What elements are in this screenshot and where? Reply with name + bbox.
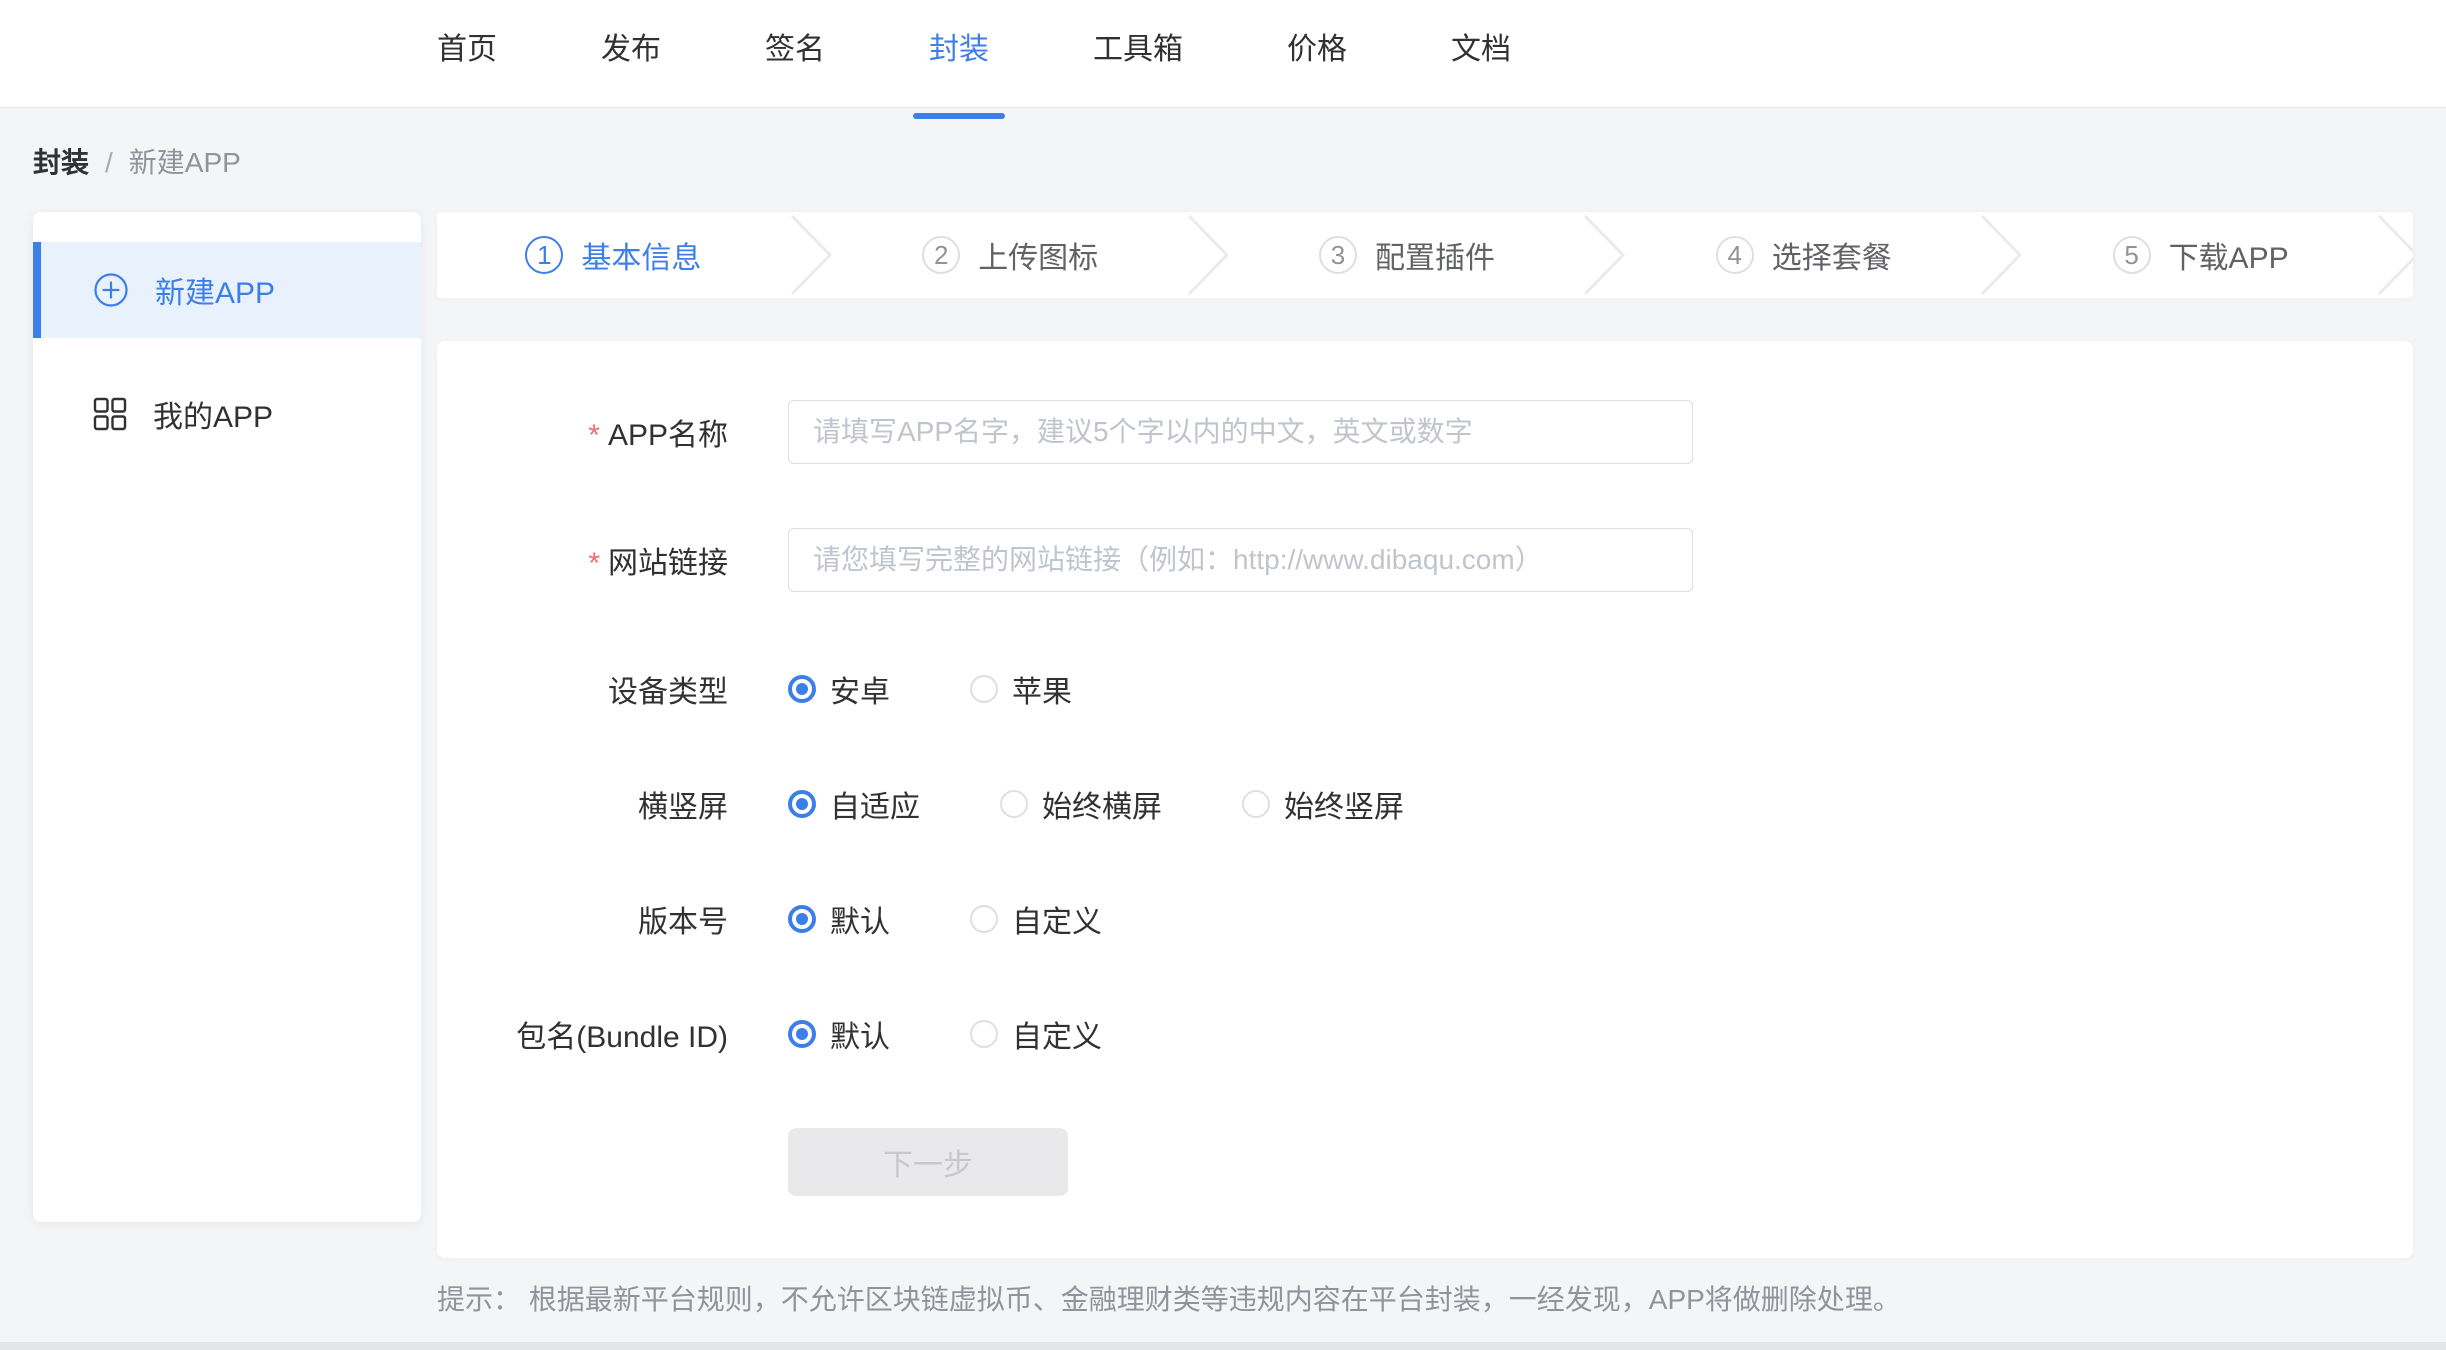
plus-circle-icon bbox=[93, 272, 129, 308]
top-nav-bar: 首页 发布 签名 封装 工具箱 价格 文档 bbox=[0, 0, 2446, 108]
chevron-right-icon bbox=[790, 213, 834, 297]
sidebar: 新建APP 我的APP bbox=[33, 212, 421, 1222]
step-number: 3 bbox=[1319, 236, 1357, 274]
step-label: 上传图标 bbox=[978, 233, 1098, 277]
device-type-label: 设备类型 bbox=[437, 667, 728, 711]
nav-item-toolbox[interactable]: 工具箱 bbox=[1093, 32, 1183, 107]
radio-bundle-default[interactable]: 默认 bbox=[788, 1012, 890, 1056]
next-step-button[interactable]: 下一步 bbox=[788, 1128, 1068, 1196]
nav-item-home[interactable]: 首页 bbox=[437, 32, 497, 107]
radio-version-custom[interactable]: 自定义 bbox=[970, 897, 1102, 941]
basic-info-form: *APP名称 *网站链接 设备类型 安卓 bbox=[437, 341, 2413, 1258]
step-upload-icon: 2 上传图标 bbox=[834, 233, 1187, 277]
app-name-input[interactable] bbox=[788, 400, 1693, 464]
nav-item-signature[interactable]: 签名 bbox=[765, 32, 825, 107]
radio-icon bbox=[970, 1020, 998, 1048]
radio-version-default[interactable]: 默认 bbox=[788, 897, 890, 941]
step-number: 2 bbox=[922, 236, 960, 274]
app-name-label: *APP名称 bbox=[437, 410, 728, 454]
nav-item-package[interactable]: 封装 bbox=[929, 32, 989, 107]
step-number: 1 bbox=[525, 236, 563, 274]
chevron-right-icon bbox=[2377, 213, 2413, 297]
site-url-input[interactable] bbox=[788, 528, 1693, 592]
step-label: 基本信息 bbox=[581, 233, 701, 277]
radio-bundle-custom[interactable]: 自定义 bbox=[970, 1012, 1102, 1056]
form-row-orientation: 横竖屏 自适应 始终横屏 始终竖屏 bbox=[437, 783, 2413, 825]
form-row-version: 版本号 默认 自定义 bbox=[437, 898, 2413, 940]
radio-adaptive[interactable]: 自适应 bbox=[788, 782, 920, 826]
breadcrumb: 封装 / 新建APP bbox=[33, 146, 2446, 180]
step-number: 4 bbox=[1716, 236, 1754, 274]
form-row-app-name: *APP名称 bbox=[437, 400, 2413, 464]
main-panel: 1 基本信息 2 上传图标 3 配置插件 4 选择套餐 5 下载APP bbox=[437, 212, 2413, 1318]
radio-icon bbox=[788, 1020, 816, 1048]
nav-item-price[interactable]: 价格 bbox=[1287, 32, 1347, 107]
radio-always-portrait[interactable]: 始终竖屏 bbox=[1242, 782, 1404, 826]
form-row-device-type: 设备类型 安卓 苹果 bbox=[437, 668, 2413, 710]
step-label: 下载APP bbox=[2169, 233, 2289, 277]
step-number: 5 bbox=[2113, 236, 2151, 274]
radio-icon bbox=[788, 675, 816, 703]
breadcrumb-package[interactable]: 封装 bbox=[33, 146, 89, 180]
sidebar-item-my-app[interactable]: 我的APP bbox=[33, 366, 421, 462]
radio-icon bbox=[1000, 790, 1028, 818]
radio-icon bbox=[788, 905, 816, 933]
radio-icon bbox=[970, 905, 998, 933]
radio-icon bbox=[1242, 790, 1270, 818]
breadcrumb-separator: / bbox=[105, 146, 113, 180]
step-basic-info: 1 基本信息 bbox=[437, 233, 790, 277]
form-row-site-url: *网站链接 bbox=[437, 528, 2413, 592]
grid-icon bbox=[93, 397, 127, 431]
sidebar-item-label: 新建APP bbox=[155, 268, 275, 312]
radio-icon bbox=[970, 675, 998, 703]
step-label: 配置插件 bbox=[1375, 233, 1495, 277]
version-label: 版本号 bbox=[437, 897, 728, 941]
platform-rule-note: 提示： 根据最新平台规则，不允许区块链虚拟币、金融理财类等违规内容在平台封装，一… bbox=[437, 1282, 2413, 1318]
radio-android[interactable]: 安卓 bbox=[788, 667, 890, 711]
radio-icon bbox=[788, 790, 816, 818]
radio-always-landscape[interactable]: 始终横屏 bbox=[1000, 782, 1162, 826]
step-select-plan: 4 选择套餐 bbox=[1627, 233, 1980, 277]
chevron-right-icon bbox=[1187, 213, 1231, 297]
chevron-right-icon bbox=[1980, 213, 2024, 297]
step-wizard: 1 基本信息 2 上传图标 3 配置插件 4 选择套餐 5 下载APP bbox=[437, 212, 2413, 298]
main-nav: 首页 发布 签名 封装 工具箱 价格 文档 bbox=[437, 0, 1511, 107]
sidebar-item-new-app[interactable]: 新建APP bbox=[33, 242, 421, 338]
breadcrumb-new-app: 新建APP bbox=[129, 146, 241, 180]
button-row: 下一步 bbox=[788, 1128, 2413, 1196]
chevron-right-icon bbox=[1583, 213, 1627, 297]
nav-item-publish[interactable]: 发布 bbox=[601, 32, 661, 107]
form-row-bundle-id: 包名(Bundle ID) 默认 自定义 bbox=[437, 1013, 2413, 1055]
nav-item-docs[interactable]: 文档 bbox=[1451, 32, 1511, 107]
content-area: 新建APP 我的APP 1 基本信息 2 上 bbox=[33, 212, 2413, 1318]
step-download-app: 5 下载APP bbox=[2024, 233, 2377, 277]
orientation-label: 横竖屏 bbox=[437, 782, 728, 826]
step-configure-plugins: 3 配置插件 bbox=[1231, 233, 1584, 277]
bundle-id-label: 包名(Bundle ID) bbox=[437, 1012, 728, 1056]
radio-ios[interactable]: 苹果 bbox=[970, 667, 1072, 711]
sidebar-item-label: 我的APP bbox=[153, 392, 273, 436]
required-mark: * bbox=[588, 547, 600, 580]
bottom-strip bbox=[0, 1342, 2446, 1350]
site-url-label: *网站链接 bbox=[437, 538, 728, 582]
required-mark: * bbox=[588, 419, 600, 452]
step-label: 选择套餐 bbox=[1772, 233, 1892, 277]
